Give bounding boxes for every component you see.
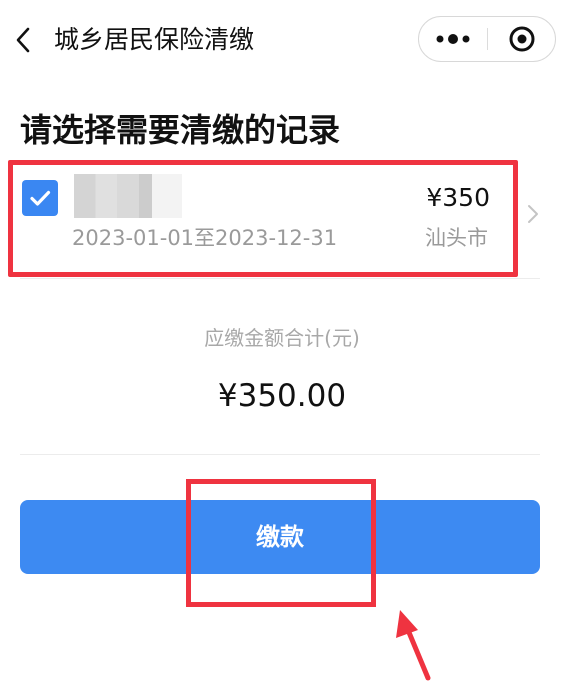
nav-header: 城乡居民保险清缴 [0,0,564,82]
record-amount: ¥350 [426,183,490,212]
mini-program-capsule [418,16,556,62]
record-item[interactable]: 2023-01-01至2023-12-31 ¥350 汕头市 [8,160,518,278]
close-button[interactable] [488,17,556,61]
close-target-icon [509,26,535,52]
divider [20,454,540,455]
record-name-blurred [74,174,182,218]
record-city: 汕头市 [425,226,488,250]
divider [20,278,540,279]
pay-button[interactable]: 缴款 [20,500,540,574]
total-amount: ¥350.00 [217,378,347,414]
section-heading: 请选择需要清缴的记录 [20,111,341,149]
record-period: 2023-01-01至2023-12-31 [72,226,338,250]
page-title: 城乡居民保险清缴 [54,25,255,54]
total-label: 应缴金额合计(元) [204,326,360,350]
chevron-right-icon[interactable] [525,202,541,226]
back-chevron-icon [16,27,30,53]
pay-button-label: 缴款 [256,523,304,551]
checkmark-icon [30,190,51,206]
more-button[interactable] [419,17,487,61]
record-checkbox[interactable] [22,180,58,216]
annotation-arrow-icon [396,610,431,681]
back-button[interactable] [12,26,38,54]
more-dots-icon [436,34,470,44]
